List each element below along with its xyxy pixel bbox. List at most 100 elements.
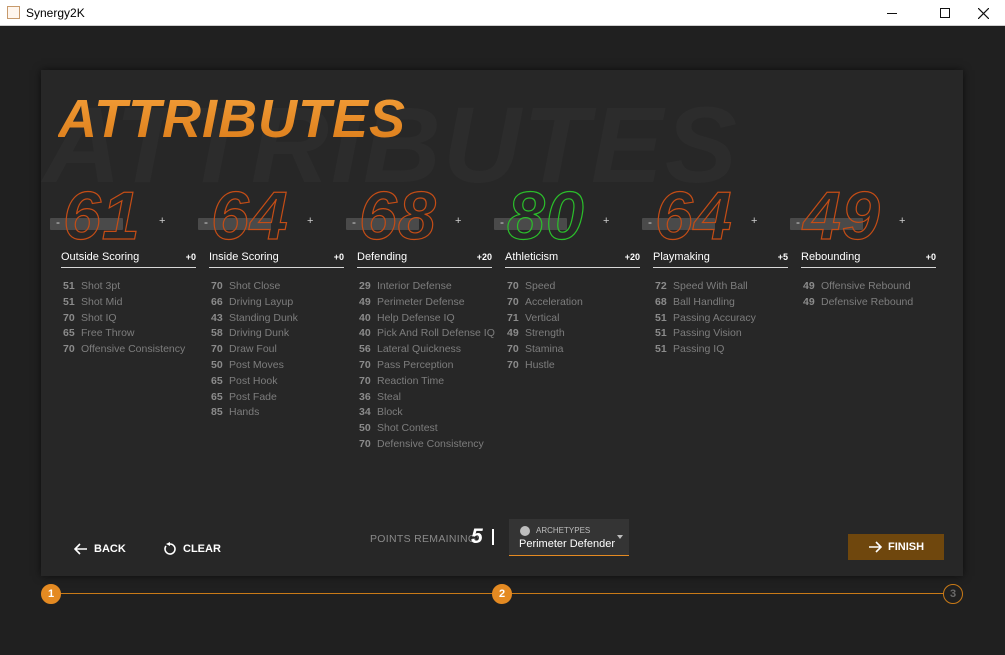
- attribute-row[interactable]: 70 Offensive Consistency: [63, 343, 198, 359]
- attribute-name: Draw Foul: [229, 343, 277, 356]
- category-score: 49: [802, 177, 881, 254]
- finish-label: FINISH: [887, 541, 925, 553]
- attribute-row[interactable]: 40 Help Defense IQ: [359, 312, 494, 328]
- plus-button[interactable]: +: [159, 215, 165, 227]
- attribute-list: 70 Speed 70 Acceleration 71 Vertical 49 Strengt…: [507, 280, 642, 375]
- app-content: ATTRIBUTES ATTRIBUTES 61-+Outside Scorin…: [0, 27, 1005, 655]
- attribute-row[interactable]: 36 Steal: [359, 391, 494, 407]
- minimize-button[interactable]: [869, 0, 915, 26]
- score-control: 64- +: [189, 177, 324, 255]
- category-column: 64- + Playmaking +5 72 Speed With Ball 68 Ball …: [633, 165, 788, 465]
- archetype-value: Perimeter Defender: [519, 538, 615, 550]
- finish-button[interactable]: FINISH: [848, 534, 944, 560]
- minus-button[interactable]: -: [352, 215, 356, 229]
- attribute-row[interactable]: 70 Draw Foul: [211, 343, 346, 359]
- attribute-row[interactable]: 65 Post Fade: [211, 391, 346, 407]
- plus-button[interactable]: +: [455, 215, 461, 227]
- score-control: 64- +: [633, 177, 768, 255]
- minus-button[interactable]: -: [648, 215, 652, 229]
- minus-button[interactable]: -: [56, 215, 60, 229]
- attribute-value: 70: [359, 374, 371, 387]
- close-button[interactable]: [960, 0, 1005, 26]
- attribute-name: Speed: [525, 280, 556, 292]
- attribute-value: 50: [211, 358, 223, 371]
- category-column: 80- + Athleticism +20 70 Speed 70 Acceleration 7…: [485, 165, 640, 465]
- step-2[interactable]: 2: [492, 584, 512, 604]
- attribute-name: Passing Accuracy: [673, 311, 756, 324]
- attribute-row[interactable]: 49 Perimeter Defense: [359, 296, 494, 312]
- attribute-row[interactable]: 70 Shot Close: [211, 280, 346, 296]
- attribute-row[interactable]: 51 Passing Vision: [655, 327, 790, 343]
- plus-button[interactable]: +: [603, 215, 609, 227]
- chevron-down-icon: [617, 535, 623, 539]
- attribute-row[interactable]: 70 Pass Perception: [359, 359, 494, 375]
- attribute-row[interactable]: 65 Post Hook: [211, 375, 346, 391]
- clear-button[interactable]: CLEAR: [163, 539, 221, 559]
- attribute-row[interactable]: 51 Shot 3pt: [63, 280, 198, 296]
- attribute-row[interactable]: 56 Lateral Quickness: [359, 343, 494, 359]
- attribute-value: 51: [63, 295, 75, 308]
- plus-button[interactable]: +: [899, 215, 905, 227]
- attribute-row[interactable]: 68 Ball Handling: [655, 296, 790, 312]
- attribute-value: 65: [211, 374, 223, 387]
- attribute-row[interactable]: 50 Post Moves: [211, 359, 346, 375]
- attribute-row[interactable]: 51 Passing IQ: [655, 343, 790, 359]
- attribute-row[interactable]: 51 Passing Accuracy: [655, 312, 790, 328]
- attribute-value: 70: [211, 280, 223, 292]
- attribute-row[interactable]: 34 Block: [359, 406, 494, 422]
- back-label: BACK: [94, 543, 126, 555]
- attribute-row[interactable]: 51 Shot Mid: [63, 296, 198, 312]
- attribute-list: 51 Shot 3pt 51 Shot Mid 70 Shot IQ 65 Free Thro…: [63, 280, 198, 359]
- attribute-value: 70: [507, 343, 519, 356]
- attribute-row[interactable]: 70 Shot IQ: [63, 312, 198, 328]
- window-title: Synergy2K: [26, 6, 85, 20]
- attribute-row[interactable]: 40 Pick And Roll Defense IQ: [359, 327, 495, 343]
- attribute-row[interactable]: 43 Standing Dunk: [211, 312, 346, 328]
- attribute-row[interactable]: 49 Defensive Rebound: [803, 296, 938, 312]
- attribute-row[interactable]: 72 Speed With Ball: [655, 280, 790, 296]
- attribute-row[interactable]: 49 Strength: [507, 327, 642, 343]
- attribute-value: 70: [359, 358, 371, 371]
- attribute-name: Strength: [525, 327, 565, 340]
- maximize-icon: [940, 8, 950, 18]
- attribute-row[interactable]: 70 Defensive Consistency: [359, 438, 494, 454]
- score-control: 49- +: [781, 177, 916, 255]
- minus-button[interactable]: -: [500, 215, 504, 229]
- category-header: Defending +20: [357, 250, 492, 268]
- attribute-row[interactable]: 70 Hustle: [507, 359, 642, 375]
- minus-button[interactable]: -: [796, 215, 800, 229]
- category-name: Rebounding: [801, 251, 861, 263]
- attribute-row[interactable]: 29 Interior Defense: [359, 280, 494, 296]
- attribute-row[interactable]: 58 Driving Dunk: [211, 327, 346, 343]
- attribute-name: Pick And Roll Defense IQ: [377, 327, 495, 340]
- minimize-icon: [887, 12, 897, 14]
- attribute-value: 43: [211, 311, 223, 324]
- attribute-row[interactable]: 70 Stamina: [507, 343, 642, 359]
- attribute-row[interactable]: 70 Speed: [507, 280, 642, 296]
- plus-button[interactable]: +: [751, 215, 757, 227]
- attribute-row[interactable]: 70 Acceleration: [507, 296, 642, 312]
- attribute-row[interactable]: 50 Shot Contest: [359, 422, 494, 438]
- score-control: 61- +: [41, 177, 176, 255]
- plus-button[interactable]: +: [307, 215, 313, 227]
- attribute-row[interactable]: 65 Free Throw: [63, 327, 198, 343]
- attribute-row[interactable]: 70 Reaction Time: [359, 375, 494, 391]
- category-column: 49- + Rebounding +0 49 Offensive Rebound 49 Def…: [781, 165, 936, 465]
- minus-button[interactable]: -: [204, 215, 208, 229]
- archetype-dropdown[interactable]: ARCHETYPES Perimeter Defender: [509, 519, 629, 556]
- attribute-value: 49: [359, 295, 371, 308]
- category-score: 64: [654, 177, 733, 254]
- attribute-name: Standing Dunk: [229, 311, 298, 324]
- attribute-row[interactable]: 66 Driving Layup: [211, 296, 346, 312]
- attribute-row[interactable]: 49 Offensive Rebound: [803, 280, 938, 296]
- back-button[interactable]: BACK: [74, 539, 126, 559]
- attribute-name: Hands: [229, 406, 260, 419]
- category-column: 61- + Outside Scoring +0 51 Shot 3pt 51 Shot Mi…: [41, 165, 196, 465]
- attribute-row[interactable]: 71 Vertical: [507, 312, 642, 328]
- attribute-value: 51: [655, 343, 667, 356]
- step-1[interactable]: 1: [41, 584, 61, 604]
- attribute-name: Defensive Rebound: [821, 295, 914, 308]
- attribute-name: Vertical: [525, 311, 560, 324]
- attribute-row[interactable]: 85 Hands: [211, 406, 346, 422]
- step-3[interactable]: 3: [943, 584, 963, 604]
